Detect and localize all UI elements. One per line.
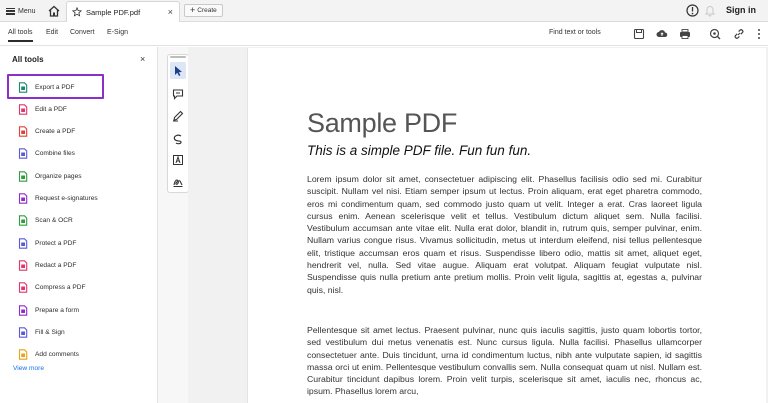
strip-drag-handle[interactable] — [170, 56, 186, 58]
tool-item-label: Add comments — [35, 351, 79, 359]
notifications-bell-icon[interactable] — [704, 4, 716, 17]
share-search-icon[interactable] — [709, 28, 721, 40]
tab-convert[interactable]: Convert — [70, 29, 95, 36]
link-icon[interactable] — [733, 28, 745, 40]
add-text-icon[interactable] — [172, 154, 184, 166]
tool-item[interactable]: Organize pages — [18, 169, 82, 183]
title-bar: Menu Sample PDF.pdf × + Create Sign in — [0, 0, 768, 22]
panel-title: All tools — [12, 55, 44, 64]
tool-item-label: Export a PDF — [35, 83, 75, 91]
document-tab[interactable]: Sample PDF.pdf × — [66, 1, 180, 22]
document-subtitle: This is a simple PDF file. Fun fun fun. — [307, 143, 532, 158]
sign-tool-icon[interactable] — [172, 176, 184, 188]
close-tab-icon[interactable]: × — [168, 7, 173, 17]
tool-item[interactable]: Fill & Sign — [18, 325, 65, 339]
tool-item[interactable]: Protect a PDF — [18, 236, 76, 250]
hamburger-icon — [6, 7, 15, 15]
document-paragraph-1: Lorem ipsum dolor sit amet, consectetuer… — [307, 174, 702, 295]
all-tools-panel: All tools × Export a PDF Edit a PDF Create… — [0, 47, 158, 403]
help-icon[interactable] — [686, 4, 699, 17]
tool-item-label: Create a PDF — [35, 128, 76, 136]
request-esignatures-icon — [18, 193, 28, 204]
tab-all-tools[interactable]: All tools — [8, 29, 33, 42]
tool-item-label: Protect a PDF — [35, 239, 77, 247]
compress-pdf-icon — [18, 282, 28, 293]
create-label: Create — [197, 7, 217, 14]
tab-edit[interactable]: Edit — [46, 29, 58, 36]
tab-label: Sample PDF.pdf — [86, 7, 141, 17]
menu-button[interactable]: Menu — [6, 4, 36, 18]
plus-icon: + — [190, 5, 196, 15]
create-pdf-icon — [18, 126, 28, 137]
view-more-link[interactable]: View more — [13, 365, 44, 372]
document-title: Sample PDF — [307, 108, 458, 138]
tool-item[interactable]: Export a PDF — [18, 80, 75, 94]
tool-item[interactable]: Request e-signatures — [18, 192, 98, 206]
tool-item[interactable]: Scan & OCR — [18, 214, 73, 228]
tool-item-label: Redact a PDF — [35, 261, 77, 269]
organize-pages-icon — [18, 170, 28, 182]
tool-item-label: Scan & OCR — [35, 217, 73, 225]
draw-freehand-icon[interactable] — [172, 133, 184, 145]
tab-esign[interactable]: E-Sign — [107, 29, 128, 36]
sign-in-link[interactable]: Sign in — [726, 5, 756, 15]
save-icon[interactable] — [633, 28, 645, 40]
export-pdf-icon — [18, 81, 28, 93]
redact-pdf-icon — [18, 260, 28, 271]
print-icon[interactable] — [679, 28, 691, 40]
menu-bar: All tools Edit Convert E-Sign Find text … — [0, 22, 768, 46]
more-options-icon[interactable] — [755, 28, 763, 40]
menu-label: Menu — [18, 7, 36, 15]
edit-pdf-icon — [18, 104, 28, 115]
prepare-form-icon — [18, 304, 28, 316]
combine-files-icon — [18, 148, 28, 160]
home-icon[interactable] — [47, 4, 61, 18]
create-button[interactable]: + Create — [184, 4, 223, 17]
add-comment-icon[interactable] — [172, 88, 184, 100]
tool-item-label: Prepare a form — [35, 306, 79, 314]
tool-item[interactable]: Add comments — [18, 348, 79, 362]
scan-ocr-icon — [18, 215, 28, 227]
tool-item[interactable]: Create a PDF — [18, 125, 75, 139]
cloud-upload-icon[interactable] — [656, 28, 668, 40]
tool-item[interactable]: Redact a PDF — [18, 258, 76, 272]
fill-sign-icon — [18, 327, 28, 338]
tool-item-label: Request e-signatures — [35, 195, 98, 202]
tool-item-label: Organize pages — [35, 172, 82, 180]
tool-item[interactable]: Prepare a form — [18, 303, 79, 317]
add-comments-icon — [18, 349, 28, 360]
tool-item[interactable]: Combine files — [18, 147, 75, 161]
tool-item[interactable]: Edit a PDF — [18, 102, 67, 116]
tool-item-label: Compress a PDF — [35, 284, 86, 292]
tool-item-label: Fill & Sign — [35, 328, 65, 336]
star-icon[interactable] — [72, 7, 82, 17]
find-text-or-tools[interactable]: Find text or tools — [549, 29, 601, 36]
close-panel-icon[interactable]: × — [140, 54, 145, 64]
tool-item-label: Combine files — [35, 150, 75, 158]
protect-pdf-icon — [18, 237, 28, 249]
select-cursor-icon[interactable] — [172, 65, 184, 77]
tool-item[interactable]: Compress a PDF — [18, 281, 86, 295]
highlight-pen-icon[interactable] — [172, 110, 184, 122]
tool-item-label: Edit a PDF — [35, 105, 67, 113]
document-paragraph-2: Pellentesque sit amet lectus. Praesent p… — [307, 325, 702, 397]
